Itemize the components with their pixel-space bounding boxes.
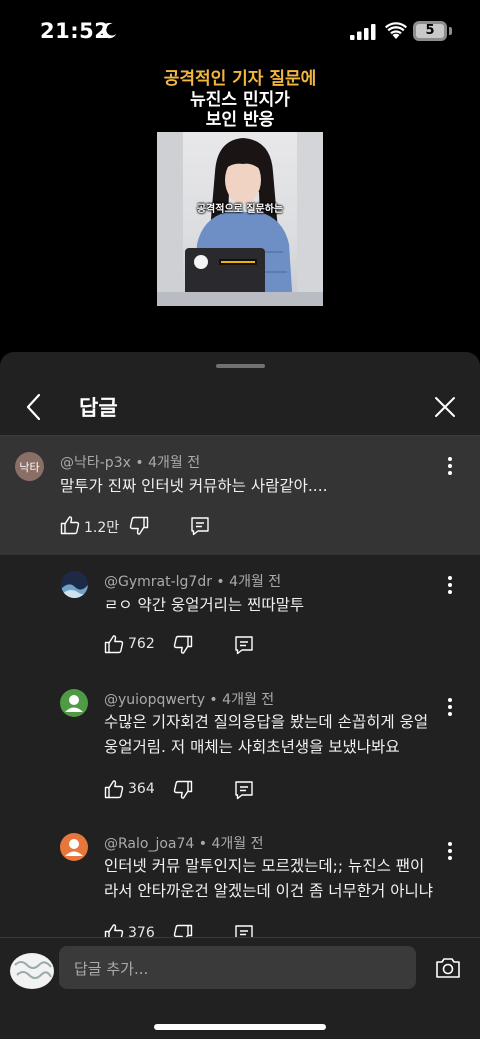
comment-actions: 1.2만 bbox=[60, 515, 260, 539]
reply-icon[interactable] bbox=[234, 780, 254, 800]
dislike-icon[interactable] bbox=[173, 780, 193, 800]
like-count: 364 bbox=[128, 781, 155, 797]
avatar[interactable]: 낙타 bbox=[15, 452, 44, 481]
wifi-icon bbox=[385, 22, 407, 39]
comment-author[interactable]: @Gymrat-lg7dr bbox=[104, 574, 212, 590]
like-icon[interactable] bbox=[60, 515, 80, 535]
like-icon[interactable] bbox=[104, 634, 124, 654]
parent-comment: 낙타 @낙타-p3x • 4개월 전 말투가 진짜 인터넷 커뮤하는 사람같아.… bbox=[0, 436, 480, 555]
avatar-initials: 낙타 bbox=[19, 461, 40, 474]
sheet-header: 답글 bbox=[0, 382, 480, 432]
comment-text-line1: 인터넷 커뮤 말투인지는 모르겠는데;; 뉴진스 팬이 bbox=[104, 857, 425, 875]
comment-text: 인터넷 커뮤 말투인지는 모르겠는데;; 뉴진스 팬이 라서 안타까운건 알겠는… bbox=[104, 854, 433, 904]
default-avatar-icon bbox=[65, 839, 83, 856]
battery-nub bbox=[449, 27, 452, 35]
moon-icon bbox=[101, 22, 117, 39]
comment-text: ㄹㅇ 약간 웅얼거리는 찐따말투 bbox=[104, 593, 304, 618]
comment-text: 말투가 진짜 인터넷 커뮤하는 사람같아.... bbox=[60, 477, 328, 495]
comment-time: 4개월 전 bbox=[211, 836, 264, 852]
dislike-icon[interactable] bbox=[129, 516, 149, 536]
status-time: 21:52 bbox=[40, 19, 110, 43]
more-options-icon[interactable] bbox=[447, 841, 453, 861]
more-options-icon[interactable] bbox=[447, 697, 453, 717]
battery-indicator: 5 bbox=[413, 21, 447, 41]
camera-icon[interactable] bbox=[435, 957, 461, 979]
video-thumbnail[interactable]: 공격적으로 질문하는 bbox=[157, 132, 323, 306]
reply-input-bar: 답글 추가... bbox=[0, 937, 480, 1039]
video-caption-line3: 보인 반응 bbox=[205, 110, 275, 130]
reply-comment: @Ralo_joa74 • 4개월 전 인터넷 커뮤 말투인지는 모르겠는데;;… bbox=[0, 817, 480, 947]
comment-text: 수많은 기자회견 질의응답을 봤는데 손꼽히게 웅얼 웅얼거림. 저 매체는 사… bbox=[104, 710, 428, 760]
comment-meta: @Gymrat-lg7dr • 4개월 전 bbox=[104, 574, 282, 590]
drag-handle[interactable] bbox=[216, 364, 265, 368]
comment-meta: @Ralo_joa74 • 4개월 전 bbox=[104, 836, 264, 852]
comment-author[interactable]: @yuiopqwerty bbox=[104, 692, 205, 708]
comment-time: 4개월 전 bbox=[229, 574, 282, 590]
comment-text-line1: 수많은 기자회견 질의응답을 봤는데 손꼽히게 웅얼 bbox=[104, 713, 429, 731]
comment-time: 4개월 전 bbox=[148, 455, 201, 471]
comment-meta: @낙타-p3x • 4개월 전 bbox=[60, 455, 201, 471]
comment-text-line2: 라서 안타까운건 알겠는데 이건 좀 너무한거 아니냐 bbox=[104, 882, 434, 900]
comment-time: 4개월 전 bbox=[222, 692, 275, 708]
reply-icon[interactable] bbox=[234, 635, 254, 655]
user-avatar bbox=[10, 953, 54, 989]
back-arrow-icon[interactable] bbox=[22, 392, 46, 422]
avatar[interactable] bbox=[61, 571, 88, 598]
avatar[interactable] bbox=[60, 689, 88, 717]
cellular-signal-icon bbox=[350, 24, 376, 40]
like-count: 1.2만 bbox=[84, 520, 120, 536]
avatar[interactable] bbox=[60, 833, 88, 861]
default-avatar-icon bbox=[65, 695, 83, 712]
comment-actions: 364 bbox=[104, 779, 304, 803]
home-indicator bbox=[154, 1024, 326, 1030]
more-options-icon[interactable] bbox=[447, 575, 453, 595]
comment-author[interactable]: @낙타-p3x bbox=[60, 455, 131, 471]
video-caption-line1: 공격적인 기자 질문에 bbox=[163, 69, 317, 89]
more-options-icon[interactable] bbox=[447, 456, 453, 476]
avatar-image bbox=[61, 571, 88, 598]
like-count: 762 bbox=[128, 636, 155, 652]
video-frame-illustration bbox=[157, 132, 323, 306]
sheet-title: 답글 bbox=[79, 396, 118, 420]
reply-input-placeholder: 답글 추가... bbox=[74, 960, 149, 978]
reply-icon[interactable] bbox=[190, 516, 210, 536]
replies-sheet: 답글 낙타 @낙타-p3x • 4개월 전 말투가 진짜 인터넷 커뮤하는 사람… bbox=[0, 352, 480, 1039]
comment-author[interactable]: @Ralo_joa74 bbox=[104, 836, 194, 852]
comment-text-line2: 웅얼거림. 저 매체는 사회초년생을 보냈나봐요 bbox=[104, 738, 400, 756]
dislike-icon[interactable] bbox=[173, 635, 193, 655]
comment-actions: 762 bbox=[104, 634, 304, 658]
reply-comment: @yuiopqwerty • 4개월 전 수많은 기자회견 질의응답을 봤는데 … bbox=[0, 673, 480, 817]
reply-input[interactable]: 답글 추가... bbox=[59, 946, 416, 989]
video-subtitle: 공격적으로 질문하는 bbox=[196, 204, 284, 215]
like-icon[interactable] bbox=[104, 779, 124, 799]
video-caption-line2: 뉴진스 민지가 bbox=[190, 90, 290, 110]
comment-meta: @yuiopqwerty • 4개월 전 bbox=[104, 692, 275, 708]
close-icon[interactable] bbox=[433, 395, 457, 419]
comment-text-line1: ㄹㅇ 약간 웅얼거리는 찐따말투 bbox=[104, 596, 305, 614]
status-bar: 21:52 5 bbox=[0, 0, 480, 64]
battery-level-text: 5 bbox=[425, 23, 435, 38]
